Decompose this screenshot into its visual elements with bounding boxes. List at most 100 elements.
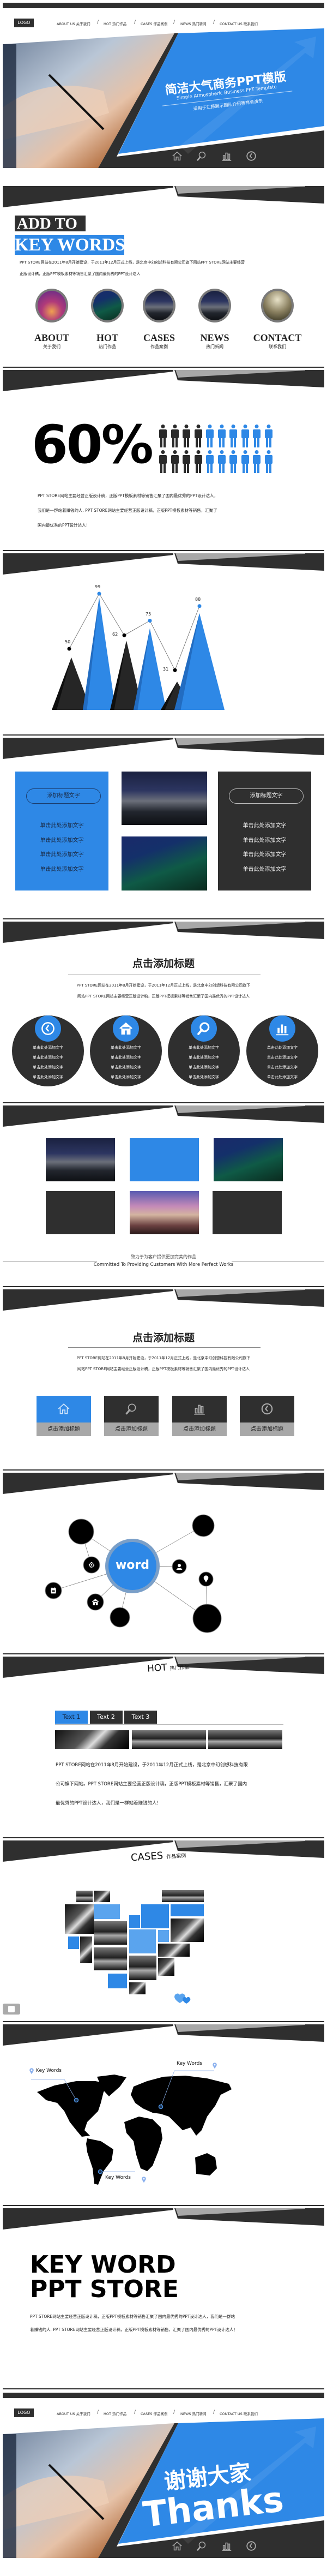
- person-icon: [159, 450, 167, 473]
- feature-tile[interactable]: 点击添加标题: [240, 1396, 294, 1436]
- map-label: Key Words: [177, 2061, 202, 2066]
- feature-text: 单击此处添加文字: [189, 1045, 219, 1050]
- section-title: 点击添加标题: [132, 1332, 195, 1344]
- person-icon: [217, 425, 226, 447]
- weibo-share-widget[interactable]: [3, 2004, 20, 2015]
- continent-africa: [124, 2117, 162, 2171]
- category-news[interactable]: NEWS 热门新闻: [187, 289, 242, 354]
- heading-key-words: KEY WORDS: [15, 235, 125, 255]
- feature-tile[interactable]: 点击添加标题: [37, 1396, 91, 1436]
- category-label-en: HOT: [96, 332, 118, 343]
- category-hot[interactable]: HOT 热门作品: [80, 289, 135, 354]
- data-label: 88: [195, 596, 201, 602]
- body-text-line: 网站PPT STORE网站主要经营正版设计稿，正版PPT模板素材等销售汇聚了国内…: [77, 994, 250, 999]
- box-item: 单击此处添加文字: [40, 852, 84, 858]
- data-point: [173, 668, 177, 672]
- tile-icon-area: [37, 1396, 91, 1423]
- person-icon: [171, 450, 179, 473]
- body-text-line: PPT STORE网站在2011年8月开始建设，于2011年12月正式上线，是北…: [76, 983, 251, 988]
- data-label: 99: [95, 584, 101, 590]
- body-text-line: 我们是一群站着赚钱的人. PPT STORE网站主要经营正版设计稿，正版PPT模…: [38, 508, 217, 513]
- category-cases[interactable]: CASES 作品案例: [132, 289, 186, 354]
- person-icon: [182, 450, 191, 473]
- slide-icon-circles: 点击添加标题 PPT STORE网站在2011年8月开始建设，于2011年12月正…: [0, 918, 327, 1102]
- category-contact[interactable]: CONTACT 联系我们: [250, 289, 305, 354]
- tile-label: 点击添加标题: [172, 1423, 227, 1436]
- category-label-en: CASES: [143, 332, 175, 343]
- home-icon: [57, 1402, 71, 1416]
- case-photo: [158, 1958, 174, 1976]
- person-icon: [241, 425, 250, 447]
- feature-text: 单击此处添加文字: [111, 1075, 141, 1079]
- feature-text: 单击此处添加文字: [111, 1065, 141, 1069]
- network-node: [192, 1604, 222, 1633]
- person-icon: [252, 450, 261, 473]
- body-text-line: PPT STORE网站在2011年8月开始建设，于2011年12月正式上线，是北…: [56, 1762, 248, 1768]
- feature-text: 单击此处添加文字: [189, 1065, 219, 1069]
- chart-icon: [221, 2540, 233, 2552]
- caption-cn: 致力于为客户提供更加完美的作品: [131, 1254, 196, 1259]
- feature-text: 单击此处添加文字: [267, 1045, 298, 1050]
- category-photo: [91, 289, 124, 322]
- feature-text: 单击此处添加文字: [189, 1055, 219, 1060]
- tile-label: 点击添加标题: [37, 1423, 91, 1436]
- box-item: 单击此处添加文字: [40, 823, 84, 829]
- notepad-icon: [49, 1586, 58, 1595]
- slide-hot: HOT 热门作品 Text 1 Text 2 Text 3 PPT STORE网站在201…: [0, 1653, 327, 1837]
- body-text-line: PPT STORE网站主要经营正版设计稿，正版PPT模板素材等销售汇聚了国内最优…: [38, 493, 218, 498]
- tab-1[interactable]: Text 1: [55, 1711, 88, 1724]
- body-text-line: 国内最优秀的PPT设计达人！: [38, 523, 90, 528]
- trend-line: [69, 593, 200, 671]
- category-label-en: ABOUT: [34, 332, 69, 343]
- box-title-pill[interactable]: 添加标题文字: [229, 788, 304, 804]
- body-text-line: PPT STORE网站主要经营正版设计稿，正版PPT模板素材等销售汇聚了国内最优…: [30, 2314, 235, 2319]
- tab-3[interactable]: Text 3: [124, 1711, 157, 1724]
- feature-tile[interactable]: 点击添加标题: [172, 1396, 227, 1436]
- category-label-en: NEWS: [200, 332, 229, 343]
- location-pin-icon: [211, 2061, 219, 2071]
- gallery-block: [130, 1138, 199, 1181]
- body-text-line: 正版设计稿，正版PPT模板素材等销售汇聚了国内最优秀的PPT设计达人: [20, 272, 141, 276]
- city-photo: [122, 772, 207, 825]
- category-photo: [261, 289, 294, 322]
- data-label: 31: [163, 667, 169, 672]
- data-label: 75: [146, 611, 152, 617]
- case-photo: [94, 1921, 127, 1945]
- keyword-heading-1: KEY WORD: [30, 2251, 176, 2279]
- person-icon: [171, 425, 179, 447]
- tile-label: 点击添加标题: [104, 1423, 159, 1436]
- case-photo: [76, 1891, 93, 1902]
- feature-text: 单击此处添加文字: [267, 1065, 298, 1069]
- keyword-heading-2: PPT STORE: [30, 2275, 179, 2303]
- category-about[interactable]: ABOUT 关于我们: [25, 289, 79, 354]
- person-icon: [217, 450, 226, 473]
- feature-circle: 单击此处添加文字 单击此处添加文字 单击此处添加文字 单击此处添加文字: [246, 1015, 318, 1086]
- data-point: [97, 591, 101, 596]
- case-photo: [162, 1890, 204, 1902]
- case-block: [68, 1937, 79, 1949]
- data-point: [148, 619, 152, 623]
- tab-2[interactable]: Text 2: [89, 1711, 123, 1724]
- box-title-pill[interactable]: 添加标题文字: [26, 788, 101, 804]
- case-block: [129, 1929, 156, 1953]
- body-text-line: 公司旗下网站。PPT STORE网站主要经营正版设计稿，正版PPT模板素材等销售…: [56, 1782, 247, 1787]
- search-icon: [191, 1015, 217, 1042]
- feature-circle: 单击此处添加文字 单击此处添加文字 单击此处添加文字 单击此处添加文字: [90, 1015, 162, 1086]
- category-label-cn: 联系我们: [269, 344, 286, 349]
- label-cn: 作品案例: [166, 1853, 186, 1860]
- network-node: [68, 1519, 94, 1545]
- feature-text: 单击此处添加文字: [267, 1075, 298, 1079]
- label-cn: 热门作品: [169, 1665, 190, 1672]
- person-icon: [205, 425, 214, 447]
- chart-icon: [221, 150, 233, 162]
- box-item: 单击此处添加文字: [40, 866, 84, 872]
- map-marker: [158, 2104, 164, 2109]
- hearts-decoration: [173, 1991, 193, 2004]
- peak-chart: 50 99 62 75 31 88: [0, 550, 327, 734]
- map-label: Key Words: [105, 2175, 131, 2180]
- percentage-value: 60%: [32, 414, 154, 475]
- body-text-line: 着赚钱的人. PPT STORE网站主要经营正版设计稿，正版PPT模板素材等销售…: [30, 2327, 238, 2332]
- feature-tile[interactable]: 点击添加标题: [104, 1396, 159, 1436]
- box-item: 单击此处添加文字: [243, 866, 287, 872]
- data-point: [67, 647, 71, 651]
